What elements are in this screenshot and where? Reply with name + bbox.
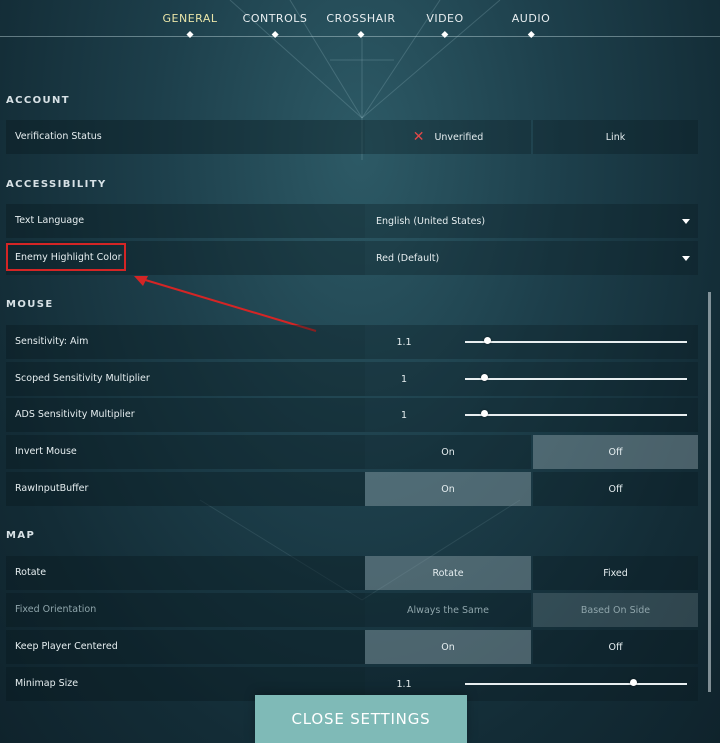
slider-handle[interactable] xyxy=(483,337,491,344)
setting-label-cell: ADS Sensitivity Multiplier xyxy=(6,398,365,432)
tab-general[interactable]: GENERAL xyxy=(162,12,218,39)
based-on-side-option[interactable]: Based On Side xyxy=(533,593,698,627)
keep-player-centered-off-option[interactable]: Off xyxy=(533,630,698,664)
section-header-account: ACCOUNT xyxy=(6,95,71,106)
tab-general-label: GENERAL xyxy=(162,12,218,25)
tab-controls[interactable]: CONTROLS xyxy=(242,12,308,39)
slider-value: 1.1 xyxy=(396,336,412,348)
setting-row-fixed-orientation: Fixed Orientation Always the Same Based … xyxy=(6,593,698,627)
setting-row-invert-mouse: Invert Mouse On Off xyxy=(6,435,698,469)
tab-crosshair[interactable]: CROSSHAIR xyxy=(326,12,396,39)
tab-crosshair-label: CROSSHAIR xyxy=(326,12,396,25)
minimap-size-slider[interactable] xyxy=(465,683,687,685)
close-settings-button[interactable]: CLOSE SETTINGS xyxy=(255,695,467,743)
setting-label: Minimap Size xyxy=(15,678,79,689)
invert-mouse-on-option[interactable]: On xyxy=(365,435,531,469)
option-label: On xyxy=(441,641,455,653)
dropdown-value: English (United States) xyxy=(376,215,486,227)
setting-label: Rotate xyxy=(15,567,47,578)
setting-label: Verification Status xyxy=(15,131,102,142)
option-label: Rotate xyxy=(432,567,464,579)
setting-label-cell: RawInputBuffer xyxy=(6,472,365,506)
option-label: Off xyxy=(608,641,623,653)
setting-label: Sensitivity: Aim xyxy=(15,336,89,347)
option-label: Off xyxy=(608,446,623,458)
enemy-highlight-color-dropdown[interactable]: Red (Default) xyxy=(365,241,698,275)
fixed-option[interactable]: Fixed xyxy=(533,556,698,590)
setting-label: RawInputBuffer xyxy=(15,483,89,494)
text-language-dropdown[interactable]: English (United States) xyxy=(365,204,698,238)
option-label: Always the Same xyxy=(407,604,489,616)
setting-row-scoped-sensitivity: Scoped Sensitivity Multiplier 1 xyxy=(6,362,698,396)
option-label: Based On Side xyxy=(580,604,651,616)
setting-label-cell: Text Language xyxy=(6,204,365,238)
always-the-same-option[interactable]: Always the Same xyxy=(365,593,531,627)
keep-player-centered-on-option[interactable]: On xyxy=(365,630,531,664)
option-label: Off xyxy=(608,483,623,495)
setting-row-rotate: Rotate Rotate Fixed xyxy=(6,556,698,590)
setting-row-rawinputbuffer: RawInputBuffer On Off xyxy=(6,472,698,506)
section-header-map: MAP xyxy=(6,530,36,541)
setting-label-cell: Fixed Orientation xyxy=(6,593,365,627)
ads-sensitivity-slider[interactable] xyxy=(465,414,687,416)
link-button-label: Link xyxy=(605,131,626,143)
setting-label: Scoped Sensitivity Multiplier xyxy=(15,373,150,384)
option-label: On xyxy=(441,446,455,458)
tab-controls-label: CONTROLS xyxy=(242,12,308,25)
settings-scrollbar[interactable] xyxy=(708,292,711,692)
x-icon: ✕ xyxy=(412,129,425,145)
setting-label-cell: Keep Player Centered xyxy=(6,630,365,664)
setting-label-cell: Sensitivity: Aim xyxy=(6,325,365,359)
setting-row-text-language: Text Language English (United States) xyxy=(6,204,698,238)
setting-label: Keep Player Centered xyxy=(15,641,118,652)
invert-mouse-off-option[interactable]: Off xyxy=(533,435,698,469)
slider-value: 1 xyxy=(400,409,408,421)
caret-down-icon xyxy=(682,219,690,224)
rotate-option[interactable]: Rotate xyxy=(365,556,531,590)
link-account-button[interactable]: Link xyxy=(533,120,698,154)
rawinputbuffer-on-option[interactable]: On xyxy=(365,472,531,506)
setting-label: ADS Sensitivity Multiplier xyxy=(15,409,135,420)
setting-row-keep-player-centered: Keep Player Centered On Off xyxy=(6,630,698,664)
slider-value: 1 xyxy=(400,373,408,385)
tab-video[interactable]: VIDEO xyxy=(426,12,464,39)
setting-label: Invert Mouse xyxy=(15,446,77,457)
settings-tab-bar: GENERAL CONTROLS CROSSHAIR VIDEO AUDIO xyxy=(0,0,720,39)
dropdown-value: Red (Default) xyxy=(376,252,440,264)
sensitivity-aim-slider[interactable] xyxy=(465,341,687,343)
option-label: Fixed xyxy=(603,567,628,579)
setting-label: Fixed Orientation xyxy=(15,604,97,615)
setting-label-cell: Verification Status xyxy=(6,120,365,154)
tab-audio-label: AUDIO xyxy=(511,12,551,25)
setting-row-ads-sensitivity: ADS Sensitivity Multiplier 1 xyxy=(6,398,698,432)
rawinputbuffer-off-option[interactable]: Off xyxy=(533,472,698,506)
scoped-sensitivity-slider[interactable] xyxy=(465,378,687,380)
setting-label-cell: Rotate xyxy=(6,556,365,590)
annotation-highlight-box xyxy=(6,243,126,271)
setting-label-cell: Invert Mouse xyxy=(6,435,365,469)
setting-label: Text Language xyxy=(15,215,85,226)
setting-label-cell: Scoped Sensitivity Multiplier xyxy=(6,362,365,396)
verification-status-display: ✕ Unverified xyxy=(365,120,531,154)
verification-status-text: Unverified xyxy=(434,131,484,143)
section-header-accessibility: ACCESSIBILITY xyxy=(6,179,107,190)
setting-row-verification-status: Verification Status ✕ Unverified Link xyxy=(6,120,698,154)
caret-down-icon xyxy=(682,256,690,261)
tab-audio[interactable]: AUDIO xyxy=(511,12,551,39)
tab-video-label: VIDEO xyxy=(426,12,464,25)
section-header-mouse: MOUSE xyxy=(6,299,54,310)
option-label: On xyxy=(441,483,455,495)
setting-row-sensitivity-aim: Sensitivity: Aim 1.1 xyxy=(6,325,698,359)
